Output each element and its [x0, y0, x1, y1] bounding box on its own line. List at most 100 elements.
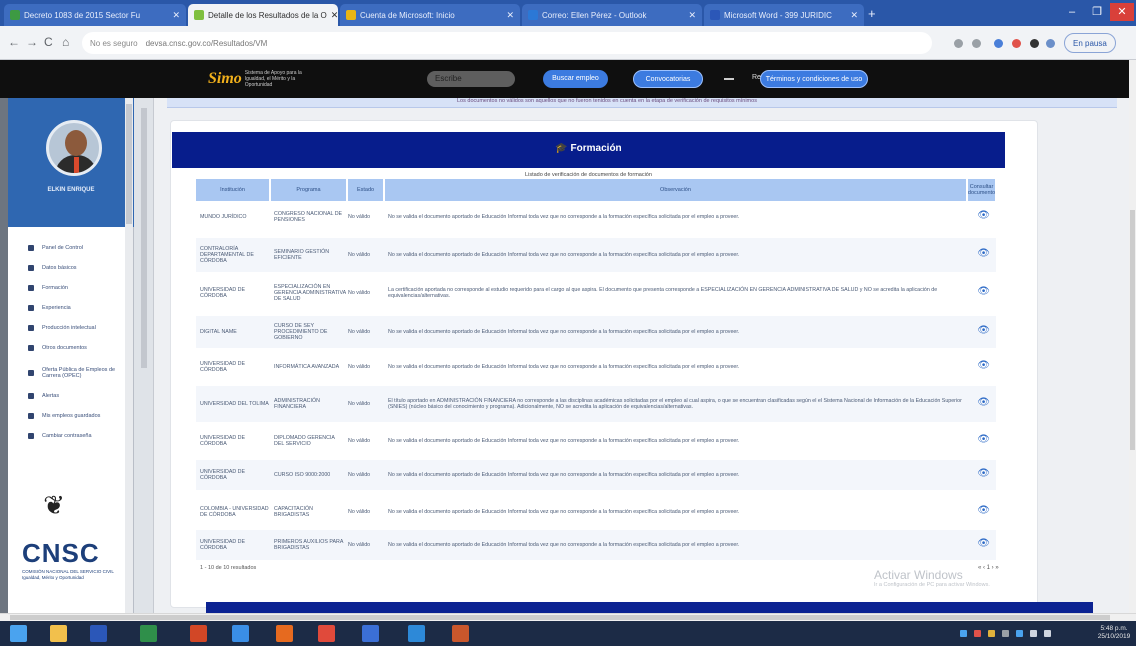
sidebar-item-alertas[interactable]: Alertas — [28, 390, 59, 402]
sidebar-item-cambiar-contrasena[interactable]: Cambiar contraseña — [28, 430, 92, 442]
zoom-icon[interactable] — [954, 39, 963, 48]
profile-button[interactable]: En pausa — [1064, 33, 1116, 53]
extension-icon[interactable] — [1030, 39, 1039, 48]
word-icon[interactable] — [90, 625, 107, 642]
column-header-observacion[interactable]: Observación — [385, 179, 967, 201]
horizontal-scrollbar[interactable] — [0, 613, 1136, 621]
column-header-institucion[interactable]: Institución — [196, 179, 270, 201]
minimize-button[interactable]: – — [1060, 3, 1084, 21]
search-input[interactable]: Escribe — [427, 71, 515, 87]
cell-estado: No válido — [348, 328, 371, 335]
new-tab-button[interactable]: + — [868, 6, 876, 21]
windows-start-icon[interactable] — [10, 625, 27, 642]
card-header: 🎓 Formación — [172, 132, 1005, 168]
cell-estado: No válido — [348, 471, 371, 478]
tray-icon[interactable] — [974, 630, 981, 637]
sidebar-item-otros-documentos[interactable]: Otros documentos — [28, 342, 87, 354]
browser-tab[interactable]: Decreto 1083 de 2015 Sector Fu ✕ — [4, 4, 186, 26]
browser-tab[interactable]: Correo: Ellen Pérez - Outlook ✕ — [522, 4, 702, 26]
terms-button[interactable]: Términos y condiciones de uso — [760, 70, 868, 88]
skype-icon[interactable] — [408, 625, 425, 642]
favicon-icon — [194, 10, 204, 20]
cell-observacion: No se valida el documento aportado de Ed… — [388, 437, 740, 444]
sidebar-item-experiencia[interactable]: Experiencia — [28, 302, 71, 314]
tab-title: Decreto 1083 de 2015 Sector Fu — [24, 10, 141, 20]
cell-estado: No válido — [348, 213, 371, 220]
convocatorias-button[interactable]: Convocatorias — [633, 70, 703, 88]
tray-icon[interactable] — [960, 630, 967, 637]
app-icon[interactable] — [452, 625, 469, 642]
page-scrollbar[interactable] — [1129, 60, 1136, 613]
sidebar-item-formacion[interactable]: Formación — [28, 282, 68, 294]
firefox-icon[interactable] — [276, 625, 293, 642]
app-icon[interactable] — [362, 625, 379, 642]
sidebar-scrollbar[interactable] — [125, 98, 133, 613]
star-icon[interactable] — [972, 39, 981, 48]
extension-icon[interactable] — [1012, 39, 1021, 48]
sidebar-item-opec[interactable]: Oferta Pública de Empleos de Carrera (OP… — [28, 362, 128, 384]
maximize-button[interactable]: ❐ — [1085, 3, 1109, 21]
results-count: 1 - 10 de 10 resultados — [200, 565, 257, 571]
close-tab-icon[interactable]: ✕ — [684, 10, 696, 21]
browser-tab-strip: Decreto 1083 de 2015 Sector Fu ✕ Detalle… — [0, 0, 1136, 26]
tab-title: Correo: Ellen Pérez - Outlook — [542, 10, 647, 20]
reload-icon[interactable]: C — [44, 35, 53, 49]
simo-logo[interactable]: Simo Sistema de Apoyo para la Igualdad, … — [208, 70, 305, 88]
view-document-icon[interactable]: 👁 — [977, 397, 990, 408]
close-tab-icon[interactable]: ✕ — [327, 10, 338, 21]
close-tab-icon[interactable]: ✕ — [846, 10, 858, 21]
card-title-text: Formación — [570, 143, 622, 154]
edge-icon[interactable] — [232, 625, 249, 642]
column-header-consultar[interactable]: Consultar documento — [968, 179, 996, 201]
security-indicator[interactable]: No es seguro — [90, 39, 138, 48]
site-header: Simo Sistema de Apoyo para la Igualdad, … — [0, 60, 1129, 98]
address-bar[interactable]: No es seguro devsa.cnsc.gov.co/Resultado… — [82, 32, 932, 54]
system-clock[interactable]: 5:48 p.m. 25/10/2019 — [1094, 625, 1134, 641]
view-document-icon[interactable]: 👁 — [977, 325, 990, 336]
browser-tab[interactable]: Cuenta de Microsoft: Inicio ✕ — [340, 4, 520, 26]
tab-title: Microsoft Word - 399 JURIDIC — [724, 10, 832, 20]
view-document-icon[interactable]: 👁 — [977, 434, 990, 445]
cell-institucion: UNIVERSIDAD DEL TOLIMA — [200, 400, 269, 407]
excel-icon[interactable] — [140, 625, 157, 642]
close-window-button[interactable]: ✕ — [1110, 3, 1134, 21]
cell-institucion: DIGITAL NAME — [200, 328, 237, 335]
column-header-programa[interactable]: Programa — [271, 179, 347, 201]
cell-programa: PRIMEROS AUXILIOS PARA BRIGADISTAS — [274, 538, 344, 551]
close-tab-icon[interactable]: ✕ — [168, 10, 180, 21]
browser-tab-active[interactable]: Detalle de los Resultados de la O ✕ — [188, 4, 338, 26]
inner-scrollbar[interactable] — [134, 98, 154, 613]
back-icon[interactable]: ← — [8, 35, 20, 49]
view-document-icon[interactable]: 👁 — [977, 248, 990, 259]
tray-icon[interactable] — [1002, 630, 1009, 637]
forward-icon[interactable]: → — [26, 35, 38, 49]
cell-observacion: No se valida el documento aportado de Ed… — [388, 508, 740, 515]
view-document-icon[interactable]: 👁 — [977, 286, 990, 297]
network-icon[interactable] — [1016, 630, 1023, 637]
chrome-icon[interactable] — [318, 625, 335, 642]
table-row: COLOMBIA - UNIVERSIDAD DE CÓRDOBA CAPACIT… — [196, 494, 996, 530]
extension-icon[interactable] — [994, 39, 1003, 48]
tray-icon[interactable] — [988, 630, 995, 637]
notification-icon[interactable] — [1044, 630, 1051, 637]
cell-programa: CURSO DE SEY PROCEDIMIENTO DE GOBIERNO — [274, 322, 328, 342]
sidebar-item-produccion[interactable]: Producción intelectual — [28, 322, 96, 334]
view-document-icon[interactable]: 👁 — [977, 360, 990, 371]
cnsc-full-name: COMISIÓN NACIONAL DEL SERVICIO CIVIL — [22, 569, 114, 574]
column-header-estado[interactable]: Estado — [348, 179, 384, 201]
view-document-icon[interactable]: 👁 — [977, 538, 990, 549]
search-jobs-button[interactable]: Buscar empleo — [543, 70, 608, 88]
home-icon[interactable]: ⌂ — [62, 35, 69, 49]
avatar-icon[interactable] — [1046, 39, 1055, 48]
close-tab-icon[interactable]: ✕ — [502, 10, 514, 21]
browser-tab[interactable]: Microsoft Word - 399 JURIDIC ✕ — [704, 4, 864, 26]
view-document-icon[interactable]: 👁 — [977, 210, 990, 221]
sidebar-item-empleos-guardados[interactable]: Mis empleos guardados — [28, 410, 100, 422]
file-explorer-icon[interactable] — [50, 625, 67, 642]
view-document-icon[interactable]: 👁 — [977, 505, 990, 516]
speaker-icon[interactable] — [1030, 630, 1037, 637]
view-document-icon[interactable]: 👁 — [977, 468, 990, 479]
sidebar-item-panel-control[interactable]: Panel de Control — [28, 242, 83, 254]
powerpoint-icon[interactable] — [190, 625, 207, 642]
sidebar-item-datos-basicos[interactable]: Datos básicos — [28, 262, 77, 274]
